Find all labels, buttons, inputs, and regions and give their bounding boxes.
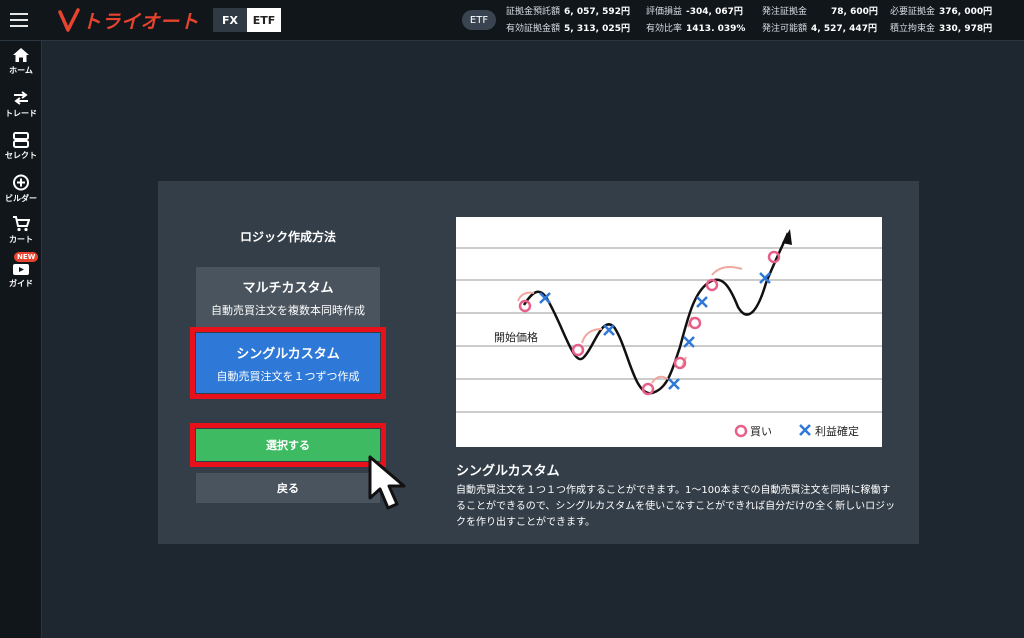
sidebar-item-label: カート (9, 235, 33, 244)
sidebar-item-trade[interactable]: トレード (0, 88, 42, 126)
guide-tv-icon (13, 264, 29, 275)
sidebar-item-label: ホーム (9, 66, 33, 75)
account-label: 発注可能額 (762, 24, 808, 34)
home-icon (13, 48, 29, 62)
account-label: 有効比率 (646, 24, 683, 34)
account-col-2: 評価損益 -304, 067円 有効比率 1413. 039% (646, 4, 745, 38)
logo-mark-icon (58, 8, 80, 32)
account-value: 1413. 039% (686, 24, 746, 34)
account-col-4: 必要証拠金 376, 000円 積立拘束金 330, 978円 (890, 4, 992, 38)
market-mode-toggle: FX ETF (213, 8, 281, 32)
sidebar-item-label: セレクト (5, 151, 37, 160)
account-label: 証拠金預託額 (506, 7, 561, 17)
legend-buy-label: 買い (750, 425, 772, 438)
etf-account-badge: ETF (462, 10, 496, 30)
option-subtitle: 自動売買注文を１つずつ作成 (216, 369, 360, 383)
description-text: 自動売買注文を１つ１つ作成することができます。1〜100本までの自動売買注文を同… (456, 485, 896, 528)
account-value: 376, 000円 (939, 7, 993, 17)
start-price-label: 開始価格 (494, 330, 538, 344)
account-label: 積立拘束金 (890, 24, 936, 34)
left-sidebar: ホーム トレード セレクト ビルダー カート NEW ガイド (0, 41, 42, 638)
account-col-1: 証拠金預託額 6, 057, 592円 有効証拠金額 5, 313, 025円 (506, 4, 630, 38)
mode-fx-button[interactable]: FX (213, 8, 247, 32)
select-button[interactable]: 選択する (190, 423, 386, 467)
account-label: 発注証拠金 (762, 7, 808, 17)
option-title: マルチカスタム (242, 280, 334, 296)
trade-arrows-icon (14, 91, 28, 105)
dialog-title: ロジック作成方法 (239, 230, 336, 244)
tri-auto-logo[interactable]: トライオート (58, 6, 199, 34)
mode-etf-button[interactable]: ETF (247, 8, 281, 32)
plus-circle-icon (13, 174, 29, 191)
single-custom-diagram: 開始価格 買い 利益確定 (456, 217, 882, 447)
description-title: シングルカスタム (456, 464, 560, 479)
single-custom-option[interactable]: シングルカスタム 自動売買注文を１つずつ作成 (190, 327, 386, 399)
new-badge: NEW (14, 252, 39, 262)
account-value: 6, 057, 592円 (564, 7, 630, 17)
logic-method-dialog: ロジック作成方法 マルチカスタム 自動売買注文を複数本同時作成 シングルカスタム… (158, 181, 919, 544)
account-label: 必要証拠金 (890, 7, 936, 17)
sidebar-item-label: トレード (5, 109, 37, 118)
sidebar-item-guide[interactable]: NEW ガイド (0, 252, 42, 294)
option-subtitle: 自動売買注文を複数本同時作成 (211, 303, 365, 317)
sidebar-item-builder[interactable]: ビルダー (0, 172, 42, 210)
account-col-3: 発注証拠金 78, 600円 発注可能額 4, 527, 447円 (762, 4, 878, 38)
logo-text: トライオート (82, 10, 200, 33)
legend-profit-label: 利益確定 (815, 424, 859, 438)
sidebar-item-select[interactable]: セレクト (0, 130, 42, 168)
account-value: 78, 600円 (831, 7, 878, 17)
account-value: 330, 978円 (939, 24, 993, 34)
select-icon (13, 132, 29, 148)
sidebar-item-label: ガイド (9, 279, 33, 288)
account-value: 4, 527, 447円 (811, 24, 877, 34)
account-label: 評価損益 (646, 7, 683, 17)
option-title: シングルカスタム (236, 346, 340, 362)
diagram-graphic: 開始価格 買い 利益確定 (456, 229, 882, 438)
sidebar-item-label: ビルダー (5, 194, 37, 203)
account-label: 有効証拠金額 (506, 24, 561, 34)
multi-custom-option[interactable]: マルチカスタム 自動売買注文を複数本同時作成 (196, 267, 380, 327)
sidebar-item-home[interactable]: ホーム (0, 45, 42, 83)
top-header: トライオート FX ETF ETF 証拠金預託額 6, 057, 592円 有効証… (0, 0, 1024, 41)
cart-icon (13, 216, 30, 232)
account-value: 5, 313, 025円 (564, 24, 630, 34)
hamburger-menu-icon[interactable] (10, 13, 28, 27)
sidebar-item-cart[interactable]: カート (0, 214, 42, 252)
back-button[interactable]: 戻る (196, 473, 380, 503)
account-value: -304, 067円 (686, 7, 743, 17)
mouse-pointer-icon (368, 455, 406, 510)
